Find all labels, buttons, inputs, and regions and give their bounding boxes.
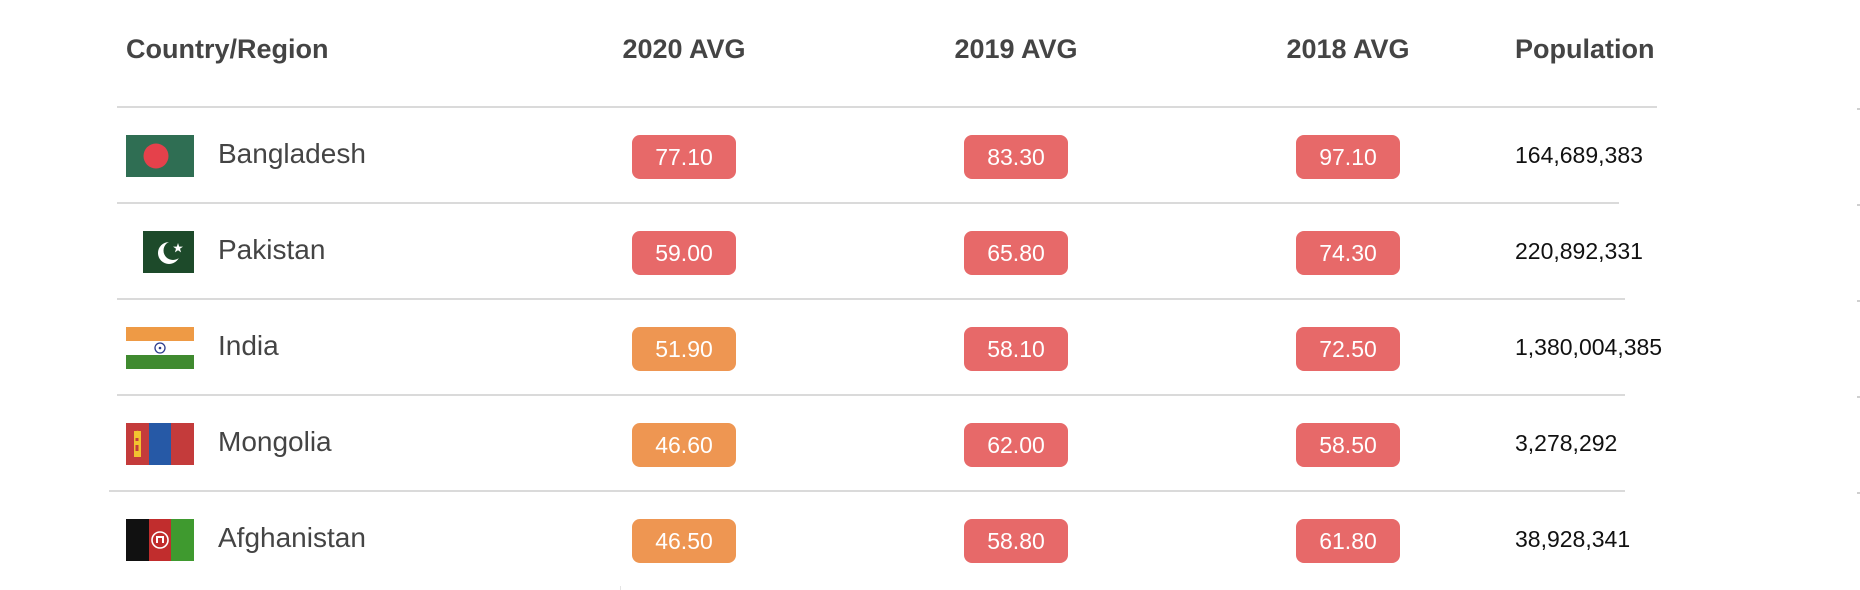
avg-2018-badge: 58.50 [1296,423,1400,467]
avg-2018-badge: 72.50 [1296,327,1400,371]
header-2018-avg[interactable]: 2018 AVG [1286,34,1409,65]
avg-2020-badge: 46.50 [632,519,736,563]
header-2019-avg[interactable]: 2019 AVG [954,34,1077,65]
avg-2019-badge: 62.00 [964,423,1068,467]
population-value: 38,928,341 [1515,526,1631,552]
country-name[interactable]: India [218,330,279,362]
table-row[interactable]: Afghanistan 46.50 58.80 61.80 38,928,341 [0,492,1860,588]
afghanistan-flag-icon [126,519,194,561]
pakistan-flag-icon [126,231,194,273]
avg-2019-badge: 58.80 [964,519,1068,563]
avg-2018-badge: 61.80 [1296,519,1400,563]
table-row[interactable]: Bangladesh 77.10 83.30 97.10 164,689,383 [0,108,1860,204]
table-row[interactable]: Mongolia 46.60 62.00 58.50 3,278,292 [0,396,1860,492]
avg-2020-badge: 46.60 [632,423,736,467]
avg-2018-badge: 97.10 [1296,135,1400,179]
country-name[interactable]: Pakistan [218,234,325,266]
avg-2019-badge: 83.30 [964,135,1068,179]
table-row[interactable]: India 51.90 58.10 72.50 1,380,004,385 [0,300,1860,396]
header-2020-avg[interactable]: 2020 AVG [622,34,745,65]
population-value: 164,689,383 [1515,142,1643,168]
avg-2020-badge: 59.00 [632,231,736,275]
mongolia-flag-icon [126,423,194,465]
avg-2020-badge: 51.90 [632,327,736,371]
air-quality-table: Country/Region 2020 AVG 2019 AVG 2018 AV… [0,0,1860,590]
avg-2019-badge: 58.10 [964,327,1068,371]
country-name[interactable]: Afghanistan [218,522,366,554]
header-country-region[interactable]: Country/Region [126,34,329,65]
avg-2018-badge: 74.30 [1296,231,1400,275]
country-name[interactable]: Mongolia [218,426,332,458]
india-flag-icon [126,327,194,369]
avg-2019-badge: 65.80 [964,231,1068,275]
header-population[interactable]: Population [1515,34,1654,65]
table-row[interactable]: Pakistan 59.00 65.80 74.30 220,892,331 [0,204,1860,300]
population-value: 220,892,331 [1515,238,1643,264]
population-value: 3,278,292 [1515,430,1618,456]
avg-2020-badge: 77.10 [632,135,736,179]
country-name[interactable]: Bangladesh [218,138,366,170]
population-value: 1,380,004,385 [1515,334,1663,360]
bangladesh-flag-icon [126,135,194,177]
